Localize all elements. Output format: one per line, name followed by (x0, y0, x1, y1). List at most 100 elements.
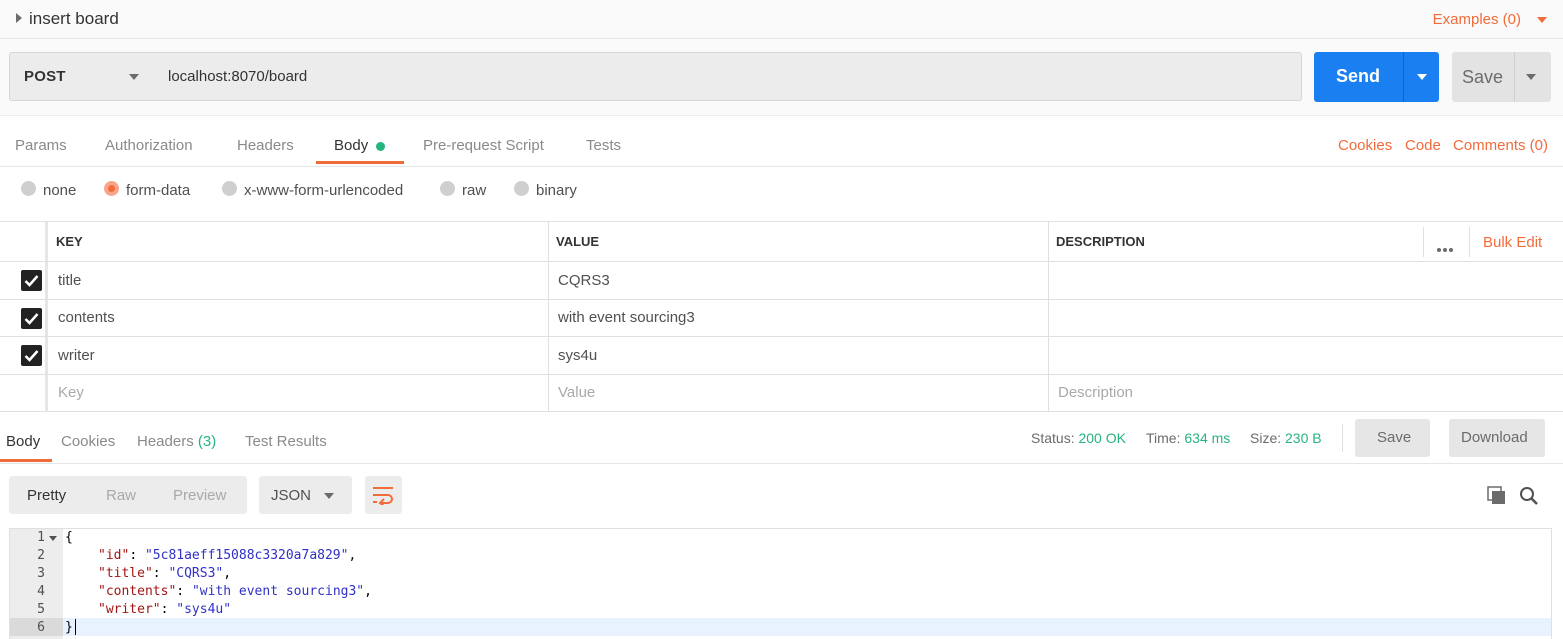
size-label: Size: (1250, 430, 1282, 446)
download-button[interactable]: Download (1449, 419, 1545, 457)
wrap-lines-icon (373, 487, 393, 505)
value-cell[interactable]: sys4u (558, 347, 597, 364)
view-mode-group: Pretty Raw Preview (9, 476, 247, 514)
tab-headers[interactable]: Headers (237, 137, 294, 154)
tab-body[interactable]: Body (334, 137, 368, 154)
divider (1423, 227, 1424, 257)
json-key: "id" (98, 548, 130, 563)
code-line: "id": "5c81aeff15088c3320a7a829", (98, 548, 357, 563)
code-link[interactable]: Code (1405, 137, 1441, 154)
search-icon[interactable] (1519, 486, 1539, 510)
active-tab-underline (316, 161, 404, 164)
divider (1469, 227, 1470, 257)
radio-label-none[interactable]: none (43, 182, 76, 199)
save-options-chevron-icon[interactable] (1526, 74, 1536, 80)
description-input-placeholder[interactable]: Description (1058, 384, 1133, 401)
more-options-icon[interactable] (1437, 239, 1455, 256)
radio-x-www-form-urlencoded[interactable] (222, 181, 237, 196)
code-line: "contents": "with event sourcing3", (98, 584, 372, 599)
save-button[interactable]: Save (1452, 52, 1551, 102)
time-label: Time: (1146, 430, 1181, 446)
fold-toggle-icon[interactable] (49, 536, 57, 541)
examples-dropdown[interactable]: Examples (0) (1433, 11, 1521, 28)
response-save-label: Save (1377, 429, 1412, 446)
key-input-placeholder[interactable]: Key (58, 384, 84, 401)
radio-none[interactable] (21, 181, 36, 196)
radio-label-form-data[interactable]: form-data (126, 182, 190, 199)
save-label: Save (1462, 67, 1504, 87)
response-tab-body[interactable]: Body (6, 433, 40, 450)
headers-count-badge: (3) (197, 433, 217, 450)
chevron-down-icon (129, 74, 139, 80)
column-header-value: VALUE (556, 234, 600, 249)
code-line: } (65, 620, 73, 635)
copy-icon[interactable] (1487, 486, 1507, 509)
tab-authorization[interactable]: Authorization (105, 137, 193, 154)
row-checkbox[interactable] (21, 270, 42, 291)
code-line: "writer": "sys4u" (98, 602, 232, 617)
radio-label-raw[interactable]: raw (462, 182, 486, 199)
column-divider (1048, 222, 1049, 412)
column-header-description: DESCRIPTION (1056, 234, 1145, 249)
format-label: JSON (271, 487, 312, 504)
response-tabs: Body Cookies Headers (3) Test Results St… (0, 412, 1563, 464)
request-name[interactable]: insert board (29, 9, 119, 29)
bulk-edit-link[interactable]: Bulk Edit (1483, 234, 1542, 251)
value-cell[interactable]: CQRS3 (558, 272, 610, 289)
radio-raw[interactable] (440, 181, 455, 196)
view-preview-button[interactable]: Preview (173, 487, 226, 504)
response-tab-headers-label: Headers (137, 433, 194, 450)
value-cell[interactable]: with event sourcing3 (558, 309, 695, 326)
request-title-bar: insert board Examples (0) (0, 0, 1563, 39)
radio-binary[interactable] (514, 181, 529, 196)
code-line: "title": "CQRS3", (98, 566, 232, 581)
value-input-placeholder[interactable]: Value (558, 384, 595, 401)
current-line-highlight (63, 618, 1551, 636)
comments-link[interactable]: Comments (0) (1453, 137, 1548, 154)
radio-label-x-www-form-urlencoded[interactable]: x-www-form-urlencoded (244, 182, 403, 199)
json-trail: , (364, 584, 372, 599)
column-divider (548, 222, 549, 412)
time-meta: Time: 634 ms (1146, 430, 1230, 446)
cookies-link[interactable]: Cookies (1338, 137, 1392, 154)
tab-tests[interactable]: Tests (586, 137, 621, 154)
url-input[interactable]: localhost:8070/board (154, 52, 1302, 101)
form-data-table: KEY VALUE DESCRIPTION Bulk Edit title CQ… (0, 221, 1563, 412)
response-tab-cookies[interactable]: Cookies (61, 433, 115, 450)
key-cell[interactable]: title (58, 272, 81, 289)
column-header-key: KEY (56, 234, 83, 249)
send-options-chevron-icon[interactable] (1417, 74, 1427, 80)
chevron-down-icon[interactable] (1537, 17, 1547, 23)
json-value: "CQRS3" (168, 566, 224, 581)
row-checkbox[interactable] (21, 308, 42, 329)
line-number: 5 (37, 602, 45, 617)
key-cell[interactable]: writer (58, 347, 95, 364)
response-tab-headers[interactable]: Headers (3) (137, 433, 216, 450)
expand-caret-icon[interactable] (16, 13, 22, 23)
send-label: Send (1336, 66, 1381, 86)
send-button[interactable]: Send (1314, 52, 1439, 102)
response-tab-test-results[interactable]: Test Results (245, 433, 327, 450)
view-raw-button[interactable]: Raw (106, 487, 136, 504)
key-cell[interactable]: contents (58, 309, 115, 326)
wrap-lines-button[interactable] (365, 476, 402, 514)
method-select[interactable]: POST (9, 52, 155, 101)
view-pretty-button[interactable]: Pretty (27, 487, 66, 504)
request-tabs: Params Authorization Headers Body Pre-re… (0, 116, 1563, 167)
radio-label-binary[interactable]: binary (536, 182, 577, 199)
size-meta: Size: 230 B (1250, 430, 1322, 446)
response-body-editor[interactable]: 1 2 3 4 5 6 { "id": "5c81aeff15088c3320a… (9, 528, 1552, 639)
row-divider (0, 261, 1563, 262)
line-number: 2 (37, 548, 45, 563)
body-indicator-dot (376, 142, 385, 151)
response-save-button[interactable]: Save (1355, 419, 1430, 457)
row-checkbox[interactable] (21, 345, 42, 366)
format-select[interactable]: JSON (259, 476, 352, 514)
json-value: "sys4u" (176, 602, 232, 617)
radio-form-data[interactable] (104, 181, 119, 196)
row-divider (0, 336, 1563, 337)
url-text: localhost:8070/board (168, 68, 308, 85)
tab-pre-request-script[interactable]: Pre-request Script (423, 137, 544, 154)
tab-params[interactable]: Params (15, 137, 67, 154)
json-trail: , (223, 566, 232, 581)
